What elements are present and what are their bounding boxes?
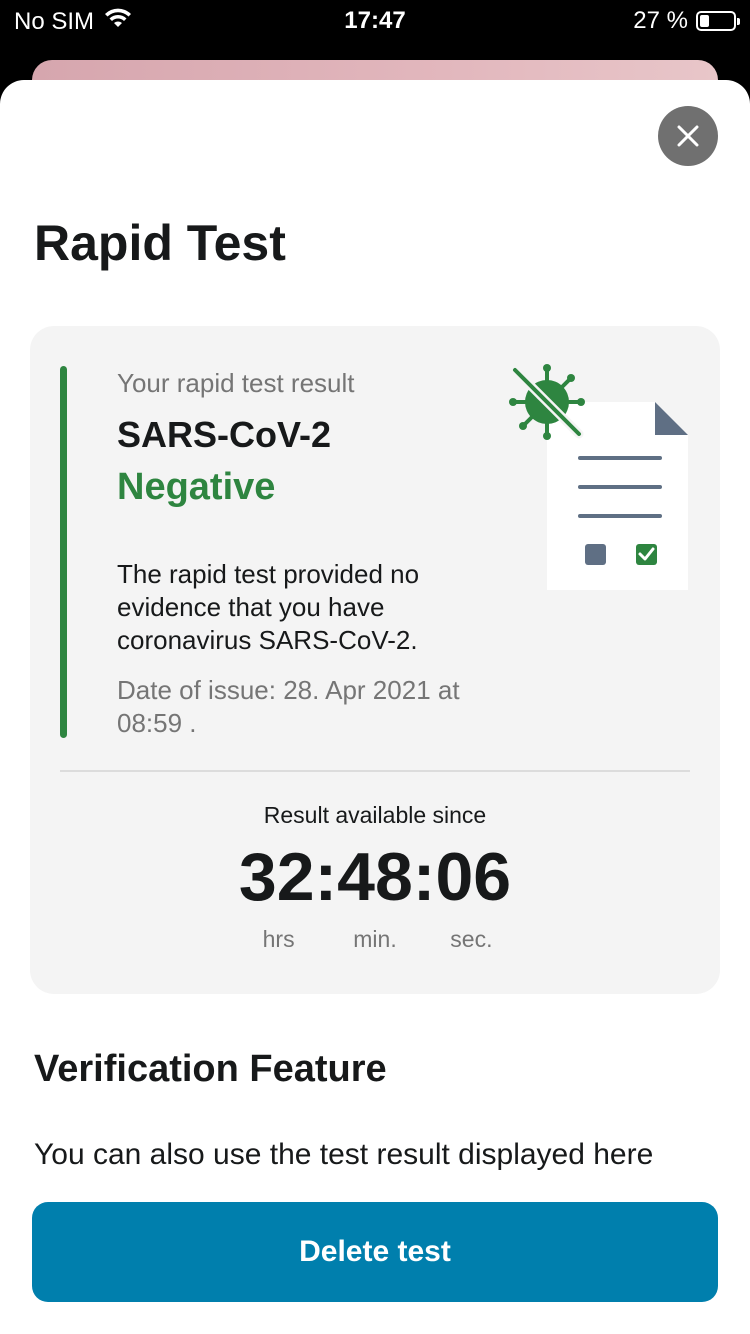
result-subtitle: Your rapid test result: [117, 368, 355, 398]
delete-test-button[interactable]: Delete test: [32, 1202, 718, 1302]
timer-units: hrs min. sec.: [30, 926, 720, 953]
rapid-test-sheet: Rapid Test Your rapid test result SARS-C…: [0, 80, 750, 1334]
result-accent-bar: [60, 366, 67, 738]
issue-date: Date of issue: 28. Apr 2021 at 08:59 .: [117, 675, 460, 738]
close-button[interactable]: [658, 106, 718, 166]
result-description: The rapid test provided no evidence that…: [117, 559, 420, 655]
page-title: Rapid Test: [34, 215, 286, 271]
close-icon: [677, 125, 699, 147]
timer-value: 32:48:06: [238, 839, 512, 915]
battery-percentage: 27 %: [633, 7, 688, 34]
timer-unit-minutes: min.: [353, 926, 397, 952]
result-status: Negative: [117, 466, 276, 508]
card-divider: [60, 770, 690, 772]
verification-heading: Verification Feature: [34, 1048, 387, 1090]
battery-fill: [700, 15, 709, 27]
result-card: Your rapid test result SARS-CoV-2 Negati…: [30, 326, 720, 994]
virus-name: SARS-CoV-2: [117, 414, 332, 455]
timer-unit-seconds: sec.: [450, 926, 493, 952]
status-bar: No SIM 17:47 27 %: [0, 0, 750, 40]
timer-caption: Result available since: [263, 802, 487, 828]
status-right: 27 %: [633, 7, 740, 35]
timer-unit-hours: hrs: [262, 926, 295, 952]
test-result-document-icon: [509, 364, 688, 590]
battery-icon: [696, 11, 740, 31]
verification-text: You can also use the test result display…: [34, 1138, 654, 1171]
